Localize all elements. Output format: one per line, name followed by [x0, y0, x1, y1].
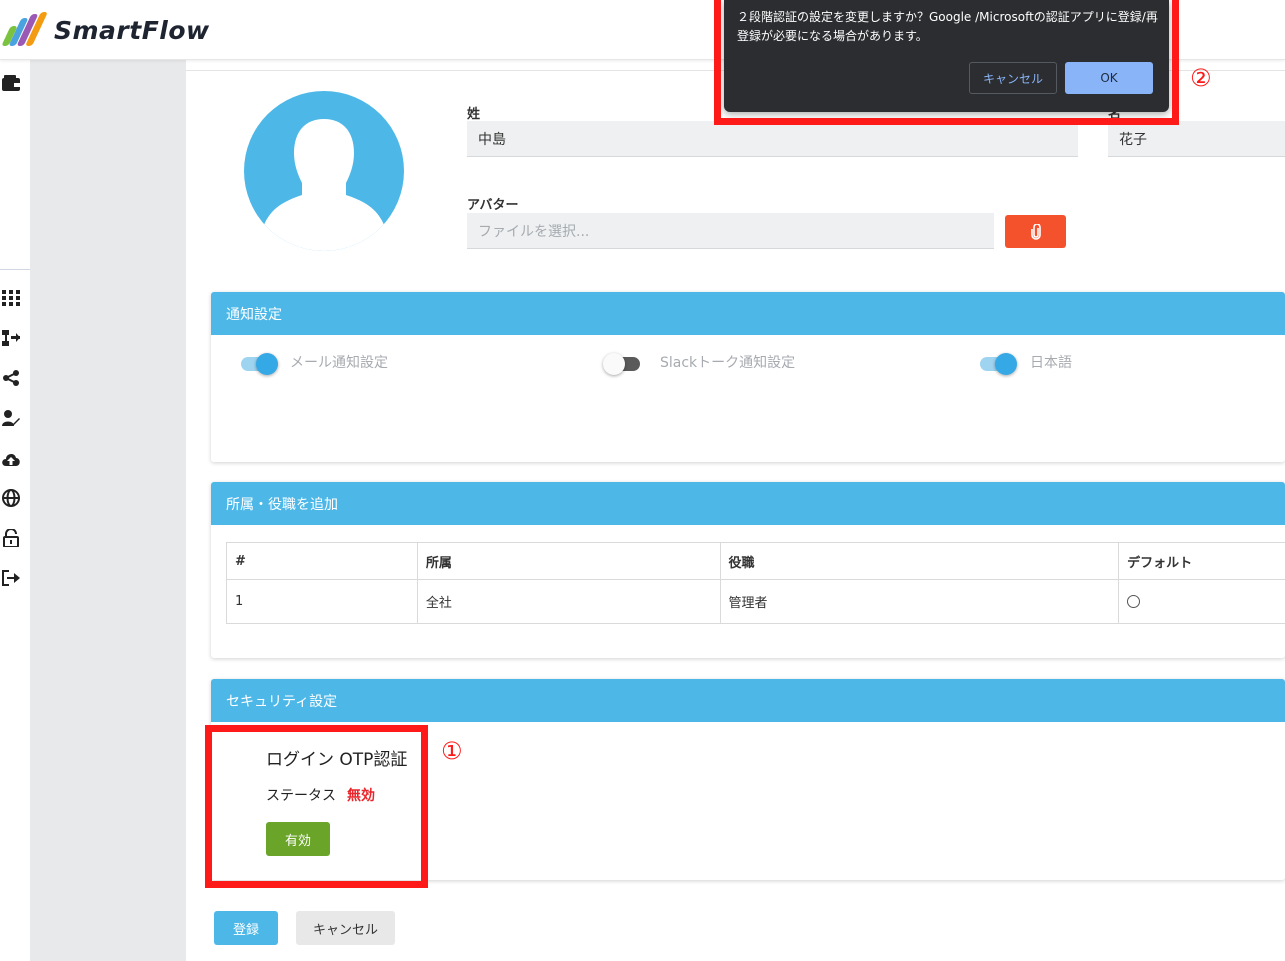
email-notification-label: メール通知設定 [290, 355, 388, 371]
affiliation-title: 所属・役職を追加 [211, 482, 1285, 525]
slack-notification-toggle[interactable] [603, 353, 640, 375]
avatar-file-placeholder: ファイルを選択... [478, 223, 590, 240]
column-header-number: # [226, 542, 418, 580]
cancel-button[interactable]: キャンセル [296, 911, 395, 945]
notification-settings-title: 通知設定 [211, 292, 1285, 335]
paperclip-icon [1030, 223, 1041, 240]
last-name-label: 姓 [467, 107, 481, 122]
row-number: 1 [226, 579, 418, 624]
annotation-marker-1: ① [441, 737, 463, 765]
email-notification-toggle[interactable] [241, 353, 278, 375]
last-name-value: 中島 [478, 131, 506, 148]
column-header-default: デフォルト [1118, 542, 1285, 580]
column-header-department: 所属 [416, 542, 721, 580]
column-header-role: 役職 [719, 542, 1120, 580]
rail-divider [0, 269, 30, 270]
annotation-marker-2: ② [1190, 64, 1212, 92]
share-icon[interactable] [0, 367, 22, 389]
grid-icon[interactable] [0, 287, 22, 309]
user-edit-icon[interactable] [0, 407, 22, 429]
slack-notification-label: Slackトーク通知設定 [660, 355, 796, 371]
lock-icon[interactable] [0, 527, 22, 549]
annotation-box-dialog [714, 0, 1179, 125]
avatar-image [244, 91, 404, 251]
logout-icon[interactable] [0, 567, 22, 589]
first-name-input[interactable]: 花子 [1108, 121, 1285, 157]
sidebar-panel [30, 60, 186, 961]
notification-settings-card: 通知設定 メール通知設定 Slackトーク通知設定 日本語 [211, 292, 1285, 462]
table-row: 1 全社 管理者 [226, 579, 1285, 624]
japanese-label: 日本語 [1030, 355, 1072, 371]
first-name-value: 花子 [1119, 131, 1147, 148]
submit-button[interactable]: 登録 [214, 911, 278, 945]
row-role: 管理者 [719, 579, 1120, 624]
smartflow-logo-icon [0, 12, 48, 48]
flow-icon[interactable] [0, 327, 22, 349]
default-radio[interactable] [1127, 595, 1141, 608]
user-silhouette-icon [244, 119, 404, 251]
affiliation-table: # 所属 役職 デフォルト 1 全社 管理者 [226, 542, 1285, 624]
globe-icon[interactable] [0, 487, 22, 509]
app-logo[interactable]: SmartFlow [0, 10, 210, 50]
japanese-toggle[interactable] [980, 353, 1017, 375]
affiliation-card: 所属・役職を追加 # 所属 役職 デフォルト 1 全社 管理者 [211, 482, 1285, 658]
row-default-cell [1118, 579, 1285, 624]
avatar-label: アバター [467, 198, 519, 213]
attach-file-button[interactable] [1005, 215, 1066, 248]
last-name-input[interactable]: 中島 [467, 121, 1078, 157]
cloud-upload-icon[interactable] [0, 447, 22, 469]
row-department: 全社 [416, 579, 721, 624]
wallet-icon[interactable] [0, 72, 22, 94]
app-name: SmartFlow [54, 15, 210, 45]
annotation-box-otp [205, 725, 428, 888]
table-header-row: # 所属 役職 デフォルト [226, 542, 1285, 580]
icon-rail [0, 60, 30, 961]
avatar-file-input[interactable]: ファイルを選択... [467, 213, 994, 249]
security-settings-title: セキュリティ設定 [211, 679, 1285, 722]
